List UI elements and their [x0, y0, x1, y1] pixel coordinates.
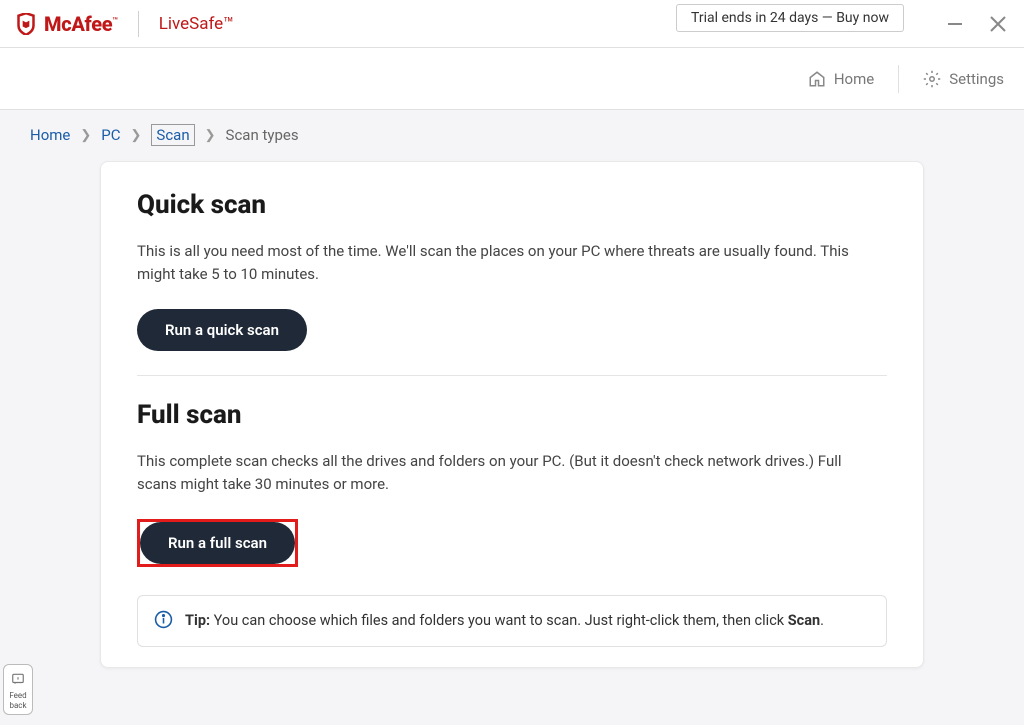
quick-scan-title: Quick scan	[137, 190, 887, 220]
logo-area: McAfee™ LiveSafe™	[16, 11, 234, 37]
feedback-label-1: Feed	[8, 692, 28, 700]
breadcrumb-scan[interactable]: Scan	[151, 124, 194, 146]
full-scan-title: Full scan	[137, 400, 887, 430]
nav-divider	[898, 65, 899, 93]
nav-home-label: Home	[834, 70, 874, 88]
tip-period: .	[820, 612, 824, 629]
quick-scan-desc: This is all you need most of the time. W…	[137, 240, 857, 285]
nav-settings-label: Settings	[949, 70, 1004, 88]
tip-box: Tip: You can choose which files and fold…	[137, 595, 887, 647]
minimize-icon[interactable]	[946, 15, 964, 33]
gear-icon	[923, 70, 941, 88]
breadcrumb-pc[interactable]: PC	[101, 126, 120, 144]
product-name: LiveSafe™	[159, 14, 234, 34]
chevron-right-icon: ❯	[80, 128, 91, 143]
tip-scan-word: Scan	[788, 612, 820, 629]
info-icon	[154, 610, 173, 629]
title-bar: McAfee™ LiveSafe™ Trial ends in 24 days …	[0, 0, 1024, 48]
nav-settings[interactable]: Settings	[923, 70, 1004, 88]
content-card: Quick scan This is all you need most of …	[100, 161, 924, 668]
chevron-right-icon: ❯	[205, 128, 216, 143]
run-full-scan-button[interactable]: Run a full scan	[140, 522, 295, 564]
tip-label: Tip:	[185, 612, 210, 629]
breadcrumb-home[interactable]: Home	[30, 126, 70, 144]
feedback-tab[interactable]: Feed back	[3, 664, 33, 715]
tip-body: You can choose which files and folders y…	[210, 612, 788, 629]
brand-divider	[138, 11, 139, 37]
breadcrumb-scan-types: Scan types	[226, 126, 299, 144]
nav-bar: Home Settings	[0, 48, 1024, 110]
nav-home[interactable]: Home	[808, 70, 874, 88]
close-icon[interactable]	[988, 14, 1008, 34]
feedback-icon	[11, 672, 25, 686]
run-quick-scan-button[interactable]: Run a quick scan	[137, 309, 307, 351]
breadcrumb: Home ❯ PC ❯ Scan ❯ Scan types	[0, 110, 1024, 156]
section-divider	[137, 375, 887, 376]
trial-badge[interactable]: Trial ends in 24 days — Buy now	[676, 4, 904, 32]
brand-name: McAfee™	[44, 12, 118, 36]
window-controls	[946, 14, 1008, 34]
home-icon	[808, 70, 826, 88]
chevron-right-icon: ❯	[131, 128, 142, 143]
tip-text: Tip: You can choose which files and fold…	[185, 610, 824, 632]
full-scan-highlight: Run a full scan	[137, 519, 298, 567]
mcafee-shield-icon	[16, 13, 36, 35]
feedback-label-2: back	[8, 702, 28, 710]
full-scan-desc: This complete scan checks all the drives…	[137, 450, 857, 495]
